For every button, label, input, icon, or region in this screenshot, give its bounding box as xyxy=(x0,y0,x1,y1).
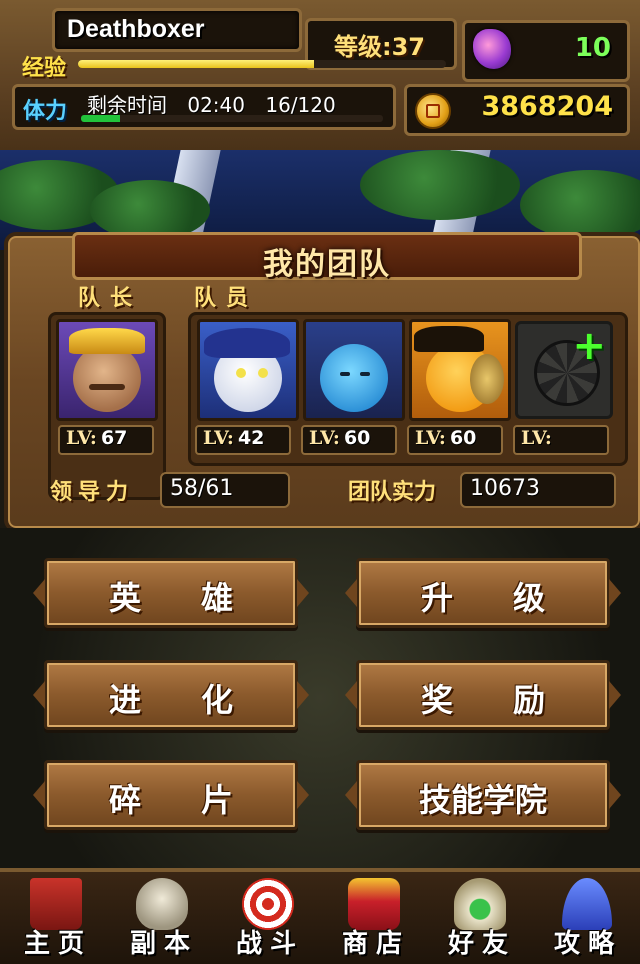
add-member-slot[interactable]: + xyxy=(515,321,613,419)
member-level-1: LV: 42 xyxy=(195,425,291,455)
stamina-box: 体力 剩余时间 02:40 16/120 xyxy=(12,84,396,130)
members-label: 队员 xyxy=(194,286,259,311)
member-level-2: LV: 60 xyxy=(301,425,397,455)
nav-dungeon[interactable]: 副本 xyxy=(108,872,212,964)
exp-bar-fill xyxy=(78,60,314,68)
leader-hair xyxy=(69,328,145,354)
exp-bar xyxy=(78,60,446,68)
foliage xyxy=(520,170,640,240)
exp-label: 经验 xyxy=(22,56,67,81)
members-slots: LV: 42 LV: 60 LV: 60 + LV: xyxy=(188,312,628,466)
nav-shop[interactable]: 商店 xyxy=(320,872,424,964)
leadership-value: 58/61 xyxy=(170,476,234,501)
member-portrait-3[interactable] xyxy=(409,319,511,421)
leader-portrait[interactable] xyxy=(56,319,158,421)
leadership-label: 领导力 xyxy=(50,480,135,505)
gem-value: 10 xyxy=(574,33,611,63)
bottom-nav: 主页 副本 战斗 商店 好友 攻略 xyxy=(0,868,640,964)
member-hair xyxy=(414,326,484,352)
upgrade-button[interactable]: 升级 xyxy=(345,558,621,628)
rewards-button[interactable]: 奖励 xyxy=(345,660,621,730)
gem-icon xyxy=(473,29,511,69)
team-title: 我的团队 xyxy=(263,247,391,282)
status-bar: Deathboxer 等级:37 经验 体力 剩余时间 02:40 16/120… xyxy=(0,0,640,154)
leader-mustache xyxy=(89,384,125,390)
player-name-box: Deathboxer xyxy=(52,8,302,52)
nav-friends[interactable]: 好友 xyxy=(426,872,530,964)
stamina-timer: 02:40 xyxy=(187,93,245,117)
member-shield xyxy=(470,354,504,404)
nav-guide[interactable]: 攻略 xyxy=(532,872,636,964)
team-title-bar: 我的团队 xyxy=(72,232,582,282)
leader-slot[interactable]: LV: 67 xyxy=(48,312,166,500)
member-portrait-2[interactable] xyxy=(303,319,405,421)
stamina-bar xyxy=(81,115,383,122)
stamina-value: 16/120 xyxy=(265,93,336,117)
gold-value: 3868204 xyxy=(481,91,613,122)
team-power-value: 10673 xyxy=(470,476,540,501)
nav-home[interactable]: 主页 xyxy=(2,872,106,964)
evolve-button[interactable]: 进化 xyxy=(33,660,309,730)
team-power-value-box: 10673 xyxy=(460,472,616,508)
heroes-button[interactable]: 英雄 xyxy=(33,558,309,628)
gold-counter[interactable]: 3868204 xyxy=(404,84,630,136)
member-hood xyxy=(204,328,290,358)
leader-label: 队长 xyxy=(78,286,143,311)
fragments-button[interactable]: 碎片 xyxy=(33,760,309,830)
gem-counter[interactable]: 10 xyxy=(462,20,630,82)
member-level-4: LV: xyxy=(513,425,609,455)
stamina-label: 体力 xyxy=(23,99,68,124)
player-level: 等级:37 xyxy=(334,33,425,61)
plus-icon: + xyxy=(572,323,606,369)
team-power-label: 团队实力 xyxy=(348,480,437,505)
leader-level: LV: 67 xyxy=(58,425,154,455)
skill-academy-button[interactable]: 技能学院 xyxy=(345,760,621,830)
stamina-bar-fill xyxy=(81,115,121,122)
member-portrait-1[interactable] xyxy=(197,319,299,421)
stamina-time-label: 剩余时间 xyxy=(87,93,167,117)
leadership-value-box: 58/61 xyxy=(160,472,290,508)
player-name: Deathboxer xyxy=(67,15,205,43)
team-panel: 我的团队 队长 队员 LV: 67 LV: 42 LV: 60 LV: 60 +… xyxy=(4,232,640,532)
gold-coin-icon xyxy=(415,93,451,129)
nav-battle[interactable]: 战斗 xyxy=(214,872,318,964)
main-menu: 英雄 升级 进化 奖励 碎片 技能学院 xyxy=(0,528,640,868)
foliage xyxy=(90,180,210,240)
member-level-3: LV: 60 xyxy=(407,425,503,455)
leader-face xyxy=(73,344,141,412)
foliage xyxy=(360,150,520,220)
